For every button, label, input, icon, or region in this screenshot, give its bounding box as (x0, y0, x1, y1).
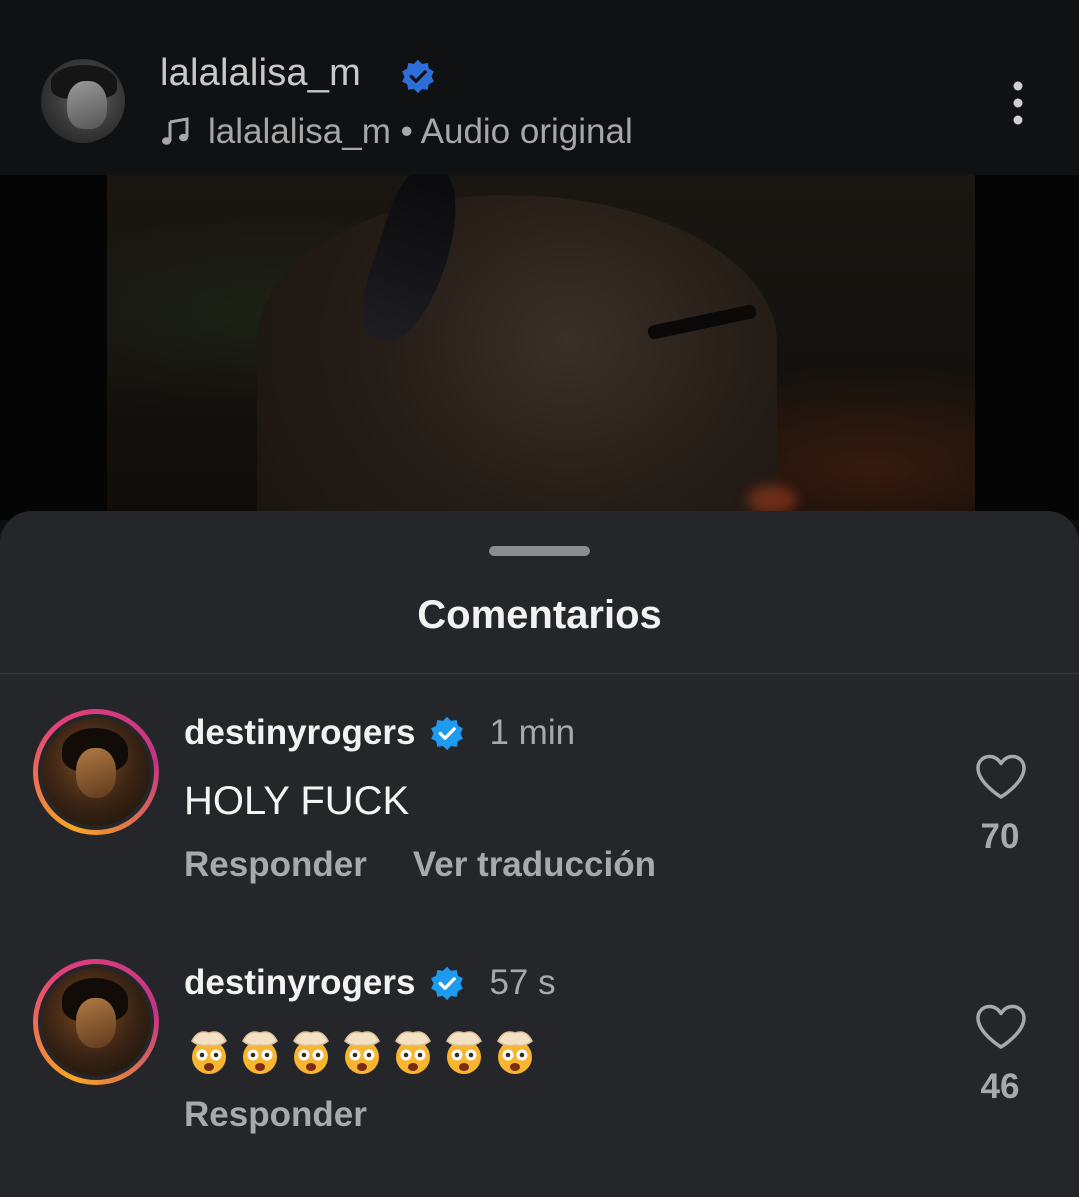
music-note-icon (162, 117, 189, 145)
comment-item: destinyrogers 57 s 🤯🤯🤯🤯🤯🤯🤯 Responder (0, 959, 1079, 1179)
exploding-head-emoji-icon (191, 1031, 227, 1074)
reel-header: lalalalisa_m lalalalisa_m • Audio origin… (0, 0, 1079, 175)
reel-screen: lalalalisa_m lalalalisa_m • Audio origin… (0, 0, 1079, 1197)
exploding-head-emoji-icon (446, 1031, 482, 1074)
verified-badge-icon (402, 59, 434, 94)
author-username[interactable]: lalalalisa_m (160, 52, 361, 95)
comment-timestamp: 1 min (489, 713, 576, 752)
exploding-head-emoji-icon (242, 1031, 278, 1074)
exploding-head-emoji-icon (497, 1031, 533, 1074)
divider (0, 673, 1079, 674)
audio-label: lalalalisa_m • Audio original (208, 112, 633, 151)
like-count: 46 (980, 1067, 1020, 1106)
comment-item: destinyrogers 1 min HOLY FUCK Responder … (0, 709, 1079, 929)
verified-badge-icon (431, 966, 464, 1001)
verified-badge-icon (431, 716, 464, 751)
commenter-avatar[interactable] (33, 709, 159, 835)
commenter-username[interactable]: destinyrogers (184, 963, 415, 1003)
more-vertical-icon[interactable] (1004, 80, 1032, 126)
heart-icon[interactable] (974, 1003, 1028, 1051)
exploding-head-emoji-icon (293, 1031, 329, 1074)
video-frame (107, 175, 975, 520)
see-translation-button[interactable]: Ver traducción (413, 845, 656, 885)
sheet-title: Comentarios (417, 593, 662, 637)
author-avatar[interactable] (41, 59, 125, 143)
audio-info[interactable]: lalalalisa_m • Audio original (160, 112, 633, 152)
sheet-drag-handle[interactable] (489, 546, 590, 556)
reel-video[interactable] (0, 175, 1079, 520)
reply-button[interactable]: Responder (184, 845, 367, 885)
reply-button[interactable]: Responder (184, 1095, 367, 1135)
commenter-username[interactable]: destinyrogers (184, 713, 415, 753)
exploding-head-emoji-icon (344, 1031, 380, 1074)
comment-emoji-text: 🤯🤯🤯🤯🤯🤯🤯 (184, 1027, 540, 1077)
exploding-head-emoji-icon (395, 1031, 431, 1074)
comment-timestamp: 57 s (489, 963, 556, 1002)
comment-text: HOLY FUCK (184, 779, 410, 823)
commenter-avatar[interactable] (33, 959, 159, 1085)
heart-icon[interactable] (974, 753, 1028, 801)
comments-sheet: Comentarios destinyrogers 1 min HOLY FUC… (0, 511, 1079, 1197)
like-count: 70 (980, 817, 1020, 856)
